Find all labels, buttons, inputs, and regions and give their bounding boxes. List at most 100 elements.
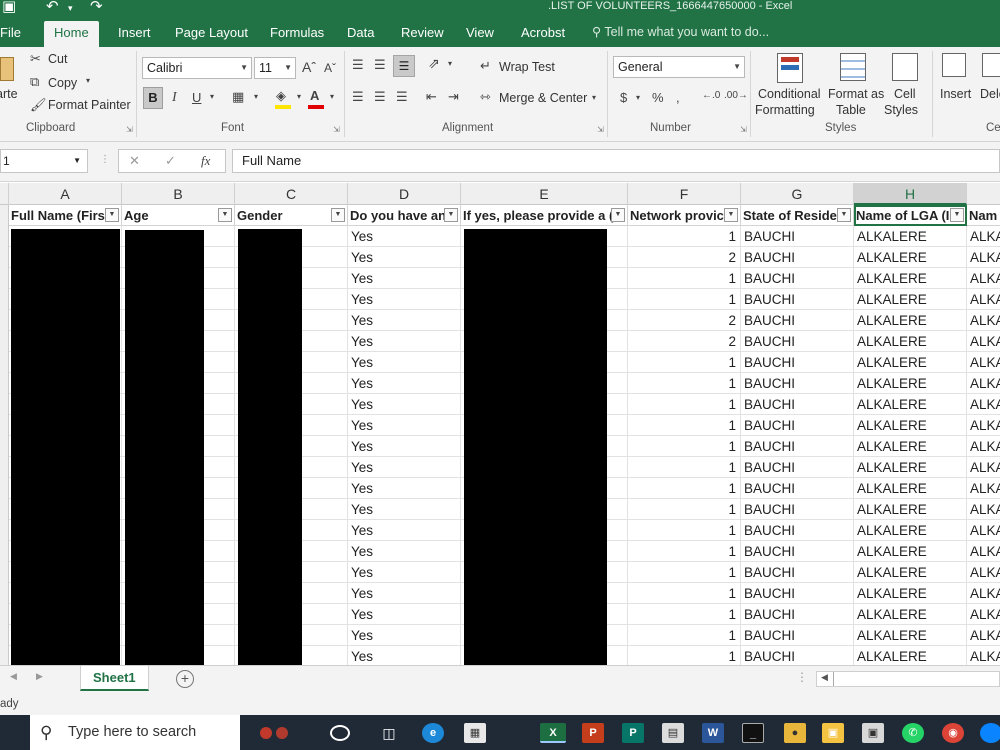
cell-h[interactable]: ALKALERE <box>854 478 967 499</box>
cell-h[interactable]: ALKALERE <box>854 310 967 331</box>
cell-g[interactable]: BAUCHI <box>741 310 854 331</box>
cell-g[interactable]: BAUCHI <box>741 625 854 646</box>
cell-h[interactable]: ALKALERE <box>854 436 967 457</box>
app-icon[interactable]: ● <box>784 723 806 743</box>
cell-d[interactable]: Yes <box>348 562 461 583</box>
scroll-left-icon[interactable]: ◀ <box>10 671 17 682</box>
cell-g[interactable]: BAUCHI <box>741 604 854 625</box>
align-top-icon[interactable]: ☰ <box>352 57 364 73</box>
cell-i[interactable]: ALKA <box>967 289 1000 310</box>
cortana-icon[interactable] <box>330 725 350 741</box>
bold-button[interactable]: B <box>143 87 163 109</box>
add-sheet-icon[interactable]: + <box>176 670 194 688</box>
column-header-c[interactable]: C <box>235 183 348 205</box>
cell-h[interactable]: ALKALERE <box>854 226 967 247</box>
search-highlight-icon[interactable] <box>244 723 304 743</box>
filter-active-icon[interactable]: ▼ <box>950 208 964 222</box>
column-header-d[interactable]: D <box>348 183 461 205</box>
format-as-table-button[interactable]: Format as Table <box>826 51 884 119</box>
increase-font-icon[interactable]: Aˆ <box>302 59 316 75</box>
filter-dropdown-icon[interactable]: ▼ <box>611 208 625 222</box>
chrome-icon[interactable]: ◉ <box>942 723 964 743</box>
increase-indent-icon[interactable]: ⇥ <box>448 89 459 105</box>
copy-dropdown-icon[interactable]: ▾ <box>86 76 90 85</box>
tab-file[interactable]: File <box>0 21 31 47</box>
app3-icon[interactable] <box>980 723 1000 743</box>
cell-g[interactable]: BAUCHI <box>741 499 854 520</box>
insert-function-icon[interactable]: fx <box>201 153 210 169</box>
cell-g[interactable]: BAUCHI <box>741 541 854 562</box>
cell-h[interactable]: ALKALERE <box>854 331 967 352</box>
cell-h[interactable]: ALKALERE <box>854 520 967 541</box>
wrap-text-button[interactable]: Wrap Test <box>499 60 555 74</box>
cell-f[interactable]: 2 <box>628 331 741 352</box>
percent-icon[interactable]: % <box>652 90 664 105</box>
fill-dropdown-icon[interactable]: ▾ <box>297 92 301 101</box>
cell-g[interactable]: BAUCHI <box>741 268 854 289</box>
cell-i[interactable]: ALKA <box>967 499 1000 520</box>
header-network-provider[interactable]: Network provic ▼ <box>628 205 741 226</box>
cell-i[interactable]: ALKA <box>967 457 1000 478</box>
tell-me-search[interactable]: ⚲ Tell me what you want to do... <box>592 24 769 39</box>
save-icon[interactable]: ▣ <box>2 0 16 15</box>
cell-g[interactable]: BAUCHI <box>741 247 854 268</box>
cell-d[interactable]: Yes <box>348 247 461 268</box>
cell-h[interactable]: ALKALERE <box>854 541 967 562</box>
cell-h[interactable]: ALKALERE <box>854 646 967 665</box>
underline-dropdown-icon[interactable]: ▾ <box>210 92 214 101</box>
formula-input[interactable]: Full Name <box>232 149 1000 173</box>
cell-f[interactable]: 1 <box>628 562 741 583</box>
cell-g[interactable]: BAUCHI <box>741 457 854 478</box>
publisher-icon[interactable]: P <box>622 723 644 743</box>
cell-h[interactable]: ALKALERE <box>854 247 967 268</box>
tab-formulas[interactable]: Formulas <box>260 21 334 47</box>
cell-d[interactable]: Yes <box>348 457 461 478</box>
cell-f[interactable]: 1 <box>628 268 741 289</box>
select-all-corner[interactable] <box>0 183 9 205</box>
cell-f[interactable]: 1 <box>628 499 741 520</box>
cell-i[interactable]: ALKA <box>967 541 1000 562</box>
header-do-you-have[interactable]: Do you have an ▼ <box>348 205 461 226</box>
task-view-icon[interactable]: ◫ <box>378 723 400 743</box>
cell-d[interactable]: Yes <box>348 268 461 289</box>
cell-g[interactable]: BAUCHI <box>741 415 854 436</box>
header-age[interactable]: Age ▼ <box>122 205 235 226</box>
scroll-right-icon[interactable]: ▶ <box>36 671 43 682</box>
cell-h[interactable]: ALKALERE <box>854 373 967 394</box>
cell-i[interactable]: ALKA <box>967 247 1000 268</box>
row-headers[interactable] <box>0 205 9 665</box>
cancel-icon[interactable]: ✕ <box>129 153 140 169</box>
format-painter-button[interactable]: Format Painter <box>48 98 131 112</box>
cell-i[interactable]: ALKA <box>967 478 1000 499</box>
cell-f[interactable]: 1 <box>628 415 741 436</box>
align-middle-icon[interactable]: ☰ <box>374 57 386 73</box>
align-center-icon[interactable]: ☰ <box>374 89 386 105</box>
cell-i[interactable]: ALKA <box>967 331 1000 352</box>
cell-i[interactable]: ALKA <box>967 415 1000 436</box>
font-color-icon[interactable]: A <box>310 88 319 103</box>
cell-f[interactable]: 1 <box>628 352 741 373</box>
cell-d[interactable]: Yes <box>348 499 461 520</box>
cell-d[interactable]: Yes <box>348 310 461 331</box>
tab-page-layout[interactable]: Page Layout <box>165 21 258 47</box>
column-header-h[interactable]: H <box>854 183 967 205</box>
column-header-b[interactable]: B <box>122 183 235 205</box>
column-header-e[interactable]: E <box>461 183 628 205</box>
filter-dropdown-icon[interactable]: ▼ <box>837 208 851 222</box>
drag-handle-icon[interactable]: ⋮ <box>100 154 110 165</box>
cell-h[interactable]: ALKALERE <box>854 352 967 373</box>
font-size-select[interactable]: 11 ▼ <box>254 57 296 79</box>
cell-f[interactable]: 1 <box>628 625 741 646</box>
merge-dropdown-icon[interactable]: ▾ <box>592 93 596 102</box>
filter-dropdown-icon[interactable]: ▼ <box>331 208 345 222</box>
cell-i[interactable]: ALKA <box>967 352 1000 373</box>
decrease-font-icon[interactable]: Aˇ <box>324 61 336 75</box>
cell-d[interactable]: Yes <box>348 373 461 394</box>
orientation-icon[interactable]: ⇗ <box>428 55 440 72</box>
undo-icon[interactable]: ↶ <box>46 0 59 15</box>
cell-f[interactable]: 1 <box>628 583 741 604</box>
header-lga[interactable]: Name of LGA (I ▼ <box>854 205 967 226</box>
name-box[interactable]: 1 ▼ <box>0 149 88 173</box>
enter-icon[interactable]: ✓ <box>165 153 176 169</box>
cell-h[interactable]: ALKALERE <box>854 268 967 289</box>
